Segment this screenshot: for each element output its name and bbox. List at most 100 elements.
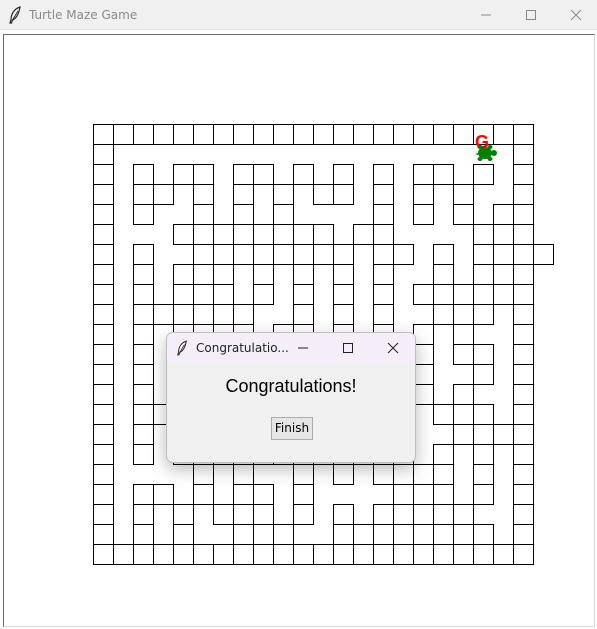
close-icon	[387, 342, 399, 354]
maze-wall-cell	[493, 284, 514, 305]
maze-wall-cell	[453, 504, 474, 525]
maze-wall-cell	[373, 284, 394, 305]
maze-wall-cell	[93, 344, 114, 365]
maze-wall-cell	[253, 484, 274, 505]
maze-wall-cell	[433, 264, 454, 285]
maze-wall-cell	[273, 124, 294, 145]
maze-wall-cell	[393, 544, 414, 565]
dialog-maximize-button[interactable]	[326, 333, 370, 363]
maze-wall-cell	[133, 324, 154, 345]
maze-wall-cell	[173, 504, 194, 525]
maze-wall-cell	[233, 184, 254, 205]
maze-wall-cell	[433, 464, 454, 485]
maze-wall-cell	[373, 204, 394, 225]
maze-wall-cell	[373, 264, 394, 285]
maze-wall-cell	[233, 204, 254, 225]
maze-wall-cell	[253, 504, 274, 525]
maze-wall-cell	[93, 404, 114, 425]
close-button[interactable]	[553, 0, 597, 30]
maze-wall-cell	[153, 544, 174, 565]
maze-wall-cell	[513, 184, 534, 205]
maze-wall-cell	[133, 304, 154, 325]
congratulations-dialog: Congratulatio... Congratulations! Finish	[166, 332, 416, 463]
maze-wall-cell	[153, 124, 174, 145]
maze-wall-cell	[213, 504, 234, 525]
maze-wall-cell	[513, 464, 534, 485]
maze-wall-cell	[193, 164, 214, 185]
maze-wall-cell	[513, 344, 534, 365]
maze-wall-cell	[233, 164, 254, 185]
dialog-minimize-button[interactable]	[281, 333, 325, 363]
maze-wall-cell	[333, 164, 354, 185]
maze-wall-cell	[373, 244, 394, 265]
maze-wall-cell	[193, 544, 214, 565]
maze-wall-cell	[113, 544, 134, 565]
maze-wall-cell	[333, 264, 354, 285]
maze-wall-cell	[133, 184, 154, 205]
maze-wall-cell	[133, 364, 154, 385]
maze-wall-cell	[433, 484, 454, 505]
maze-wall-cell	[133, 344, 154, 365]
maze-wall-cell	[473, 484, 494, 505]
maximize-button[interactable]	[508, 0, 554, 30]
maze-wall-cell	[513, 384, 534, 405]
maze-wall-cell	[193, 244, 214, 265]
minimize-icon	[481, 14, 491, 16]
maze-wall-cell	[493, 544, 514, 565]
maze-wall-cell	[133, 504, 154, 525]
maze-wall-cell	[473, 404, 494, 425]
maze-wall-cell	[173, 164, 194, 185]
maze-wall-cell	[413, 164, 434, 185]
maze-wall-cell	[433, 544, 454, 565]
maze-wall-cell	[313, 244, 334, 265]
maze-wall-cell	[213, 224, 234, 245]
maze-wall-cell	[413, 364, 434, 385]
maze-wall-cell	[293, 284, 314, 305]
dialog-message: Congratulations!	[225, 376, 357, 396]
maze-wall-cell	[453, 204, 474, 225]
maze-wall-cell	[333, 524, 354, 545]
maze-wall-cell	[293, 124, 314, 145]
maze-wall-cell	[273, 204, 294, 225]
minimize-button[interactable]	[463, 0, 509, 30]
maze-wall-cell	[473, 364, 494, 385]
maze-wall-cell	[333, 544, 354, 565]
maze-wall-cell	[193, 204, 214, 225]
maze-wall-cell	[113, 124, 134, 145]
maze-wall-cell	[93, 384, 114, 405]
maze-wall-cell	[393, 124, 414, 145]
maze-wall-cell	[473, 304, 494, 325]
maze-grid: G	[93, 124, 554, 565]
maze-wall-cell	[93, 504, 114, 525]
turtle-icon	[475, 145, 497, 161]
maze-wall-cell	[93, 204, 114, 225]
maze-wall-cell	[433, 244, 454, 265]
maze-wall-cell	[513, 304, 534, 325]
maze-wall-cell	[293, 224, 314, 245]
maze-wall-cell	[233, 244, 254, 265]
maze-wall-cell	[273, 544, 294, 565]
maximize-icon	[526, 10, 536, 20]
maze-wall-cell	[453, 124, 474, 145]
maze-wall-cell	[433, 524, 454, 545]
maze-wall-cell	[133, 244, 154, 265]
maze-wall-cell	[253, 224, 274, 245]
turtle-canvas[interactable]: G	[3, 34, 595, 627]
maze-wall-cell	[533, 244, 554, 265]
finish-button[interactable]: Finish	[271, 417, 313, 440]
maze-wall-cell	[473, 344, 494, 365]
maze-wall-cell	[413, 344, 434, 365]
maze-wall-cell	[93, 524, 114, 545]
maze-wall-cell	[453, 384, 474, 405]
maze-wall-cell	[453, 424, 474, 445]
maze-wall-cell	[433, 444, 454, 465]
maze-wall-cell	[93, 464, 114, 485]
maze-wall-cell	[433, 164, 454, 185]
maze-wall-cell	[373, 184, 394, 205]
maze-wall-cell	[173, 124, 194, 145]
maze-wall-cell	[253, 284, 274, 305]
dialog-close-button[interactable]	[371, 333, 415, 363]
maze-wall-cell	[513, 204, 534, 225]
maze-wall-cell	[373, 544, 394, 565]
dialog-title: Congratulatio...	[196, 341, 289, 355]
